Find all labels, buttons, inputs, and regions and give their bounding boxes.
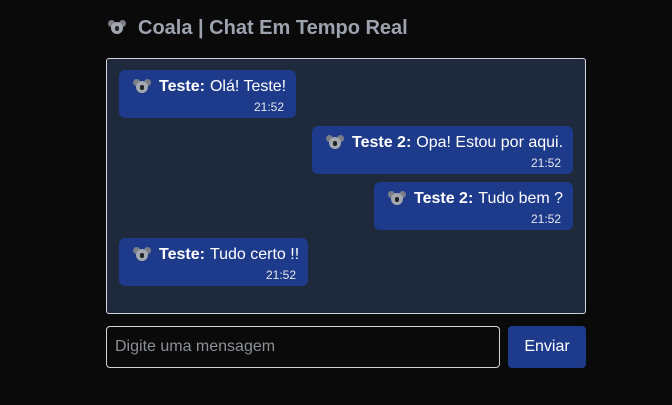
message-time: 21:52 [265,268,296,282]
page-title: Coala | Chat Em Tempo Real [138,16,408,39]
message-author: Teste: [159,78,205,95]
message-input[interactable] [106,326,500,368]
message-time: 21:52 [530,156,561,170]
app-header: Coala | Chat Em Tempo Real [106,14,408,42]
message-bubble: Teste: Olá! Teste! 21:52 [119,70,296,118]
message-bubble: Teste 2: Tudo bem ? 21:52 [374,182,573,230]
message-author: Teste: [159,246,205,263]
message-composer: Enviar [106,326,586,368]
koala-icon [326,135,344,151]
message-text: Opa! Estou por aqui. [416,134,564,151]
chat-messages[interactable]: Teste: Olá! Teste! 21:52 Teste 2: Opa! E… [106,58,586,314]
koala-icon [108,20,126,36]
message-author: Teste 2: [352,134,412,151]
send-button[interactable]: Enviar [508,326,586,368]
message-bubble: Teste 2: Opa! Estou por aqui. 21:52 [312,126,573,174]
message-time: 21:52 [253,100,284,114]
message-text: Olá! Teste! [209,78,287,95]
message-bubble: Teste: Tudo certo !! 21:52 [119,238,308,286]
message-author: Teste 2: [414,190,474,207]
koala-icon [133,247,151,263]
message-text: Tudo certo !! [209,246,300,263]
message-text: Tudo bem ? [478,190,564,207]
message-time: 21:52 [530,212,561,226]
koala-icon [388,191,406,207]
koala-icon [133,79,151,95]
